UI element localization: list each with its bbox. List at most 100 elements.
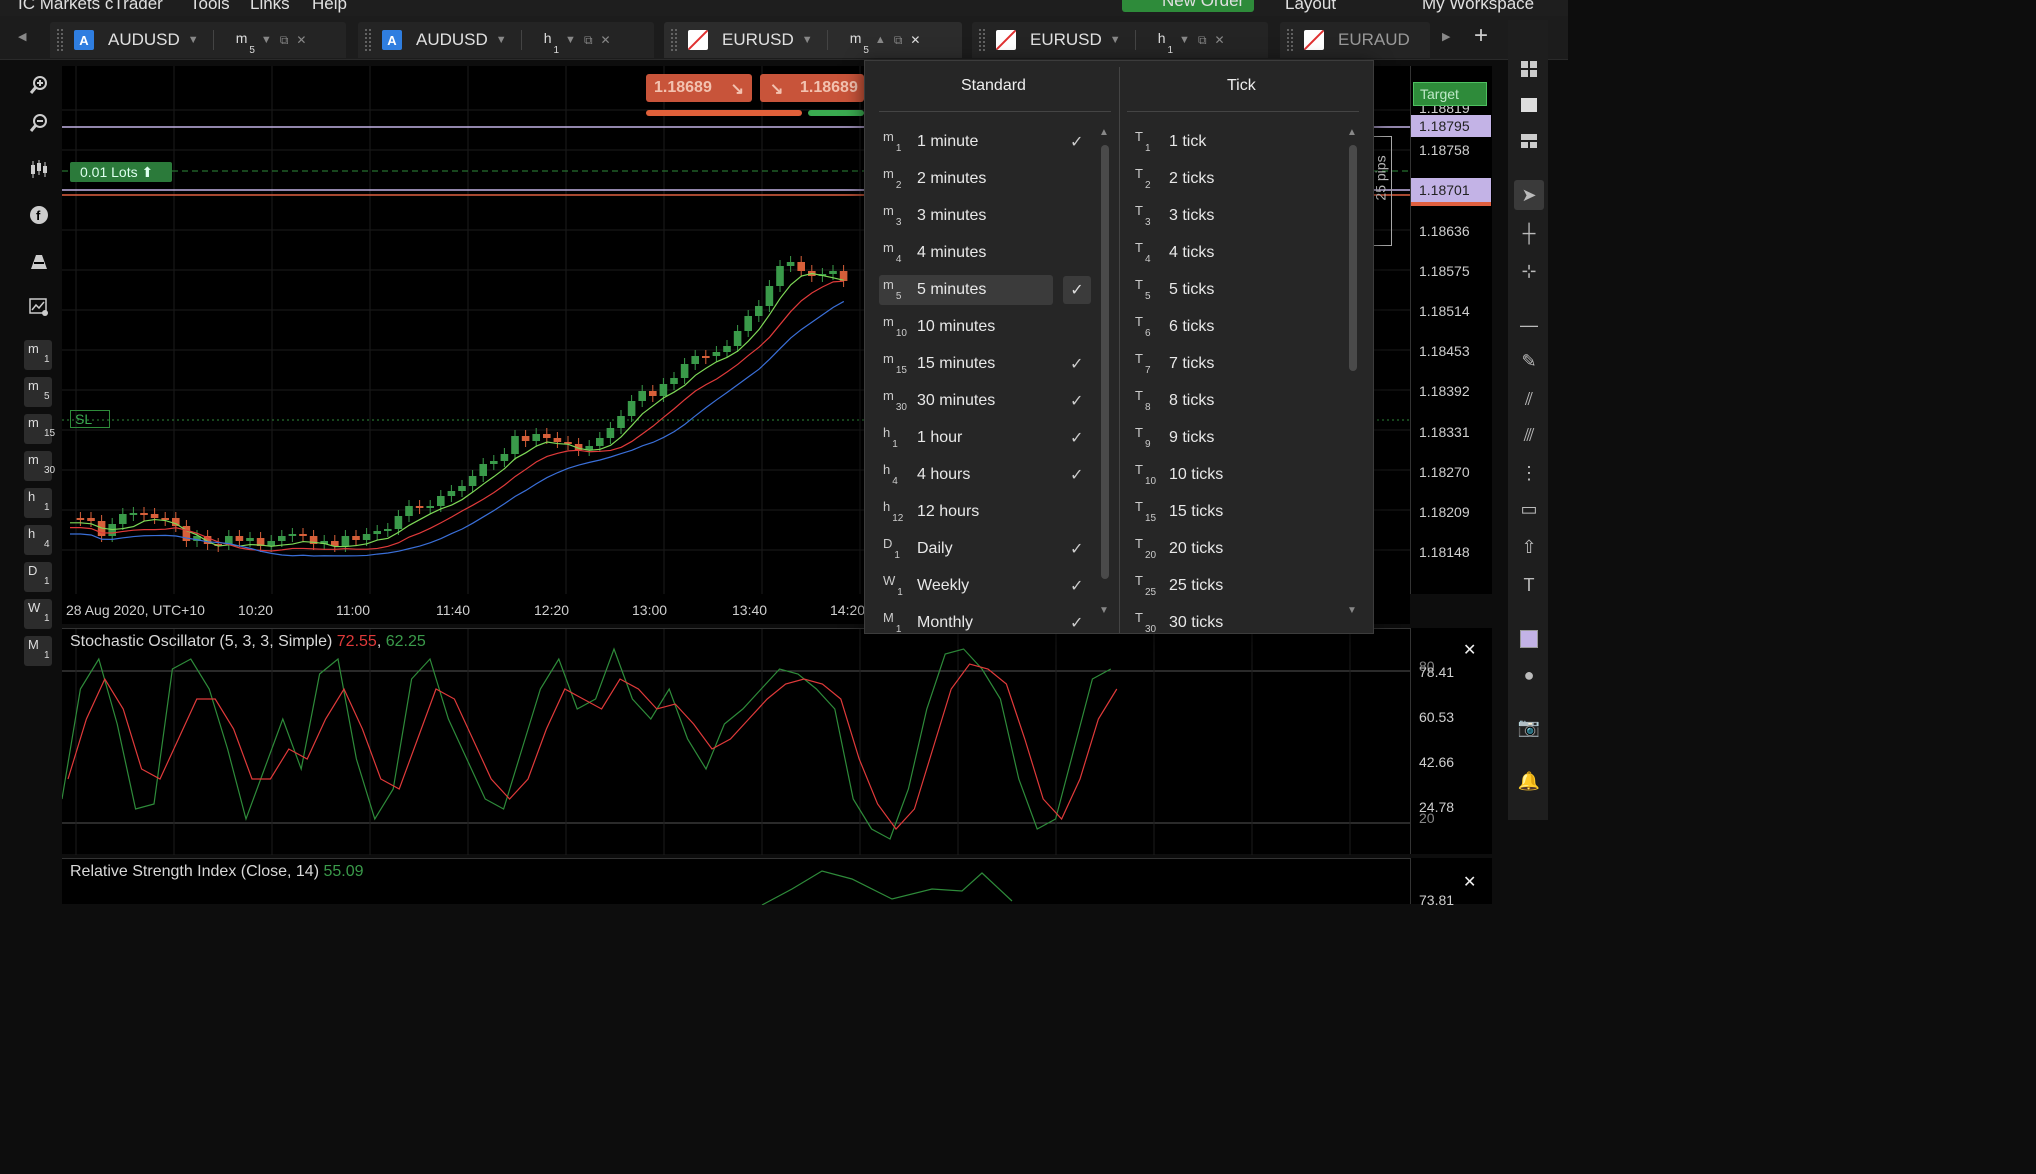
tick-option[interactable]: T10 10 ticks <box>1131 460 1341 490</box>
detach-icon[interactable]: ⧉ <box>1198 33 1207 48</box>
zoom-out-icon[interactable] <box>24 108 54 138</box>
timeframe-shortcut[interactable]: M1 <box>24 636 52 666</box>
menu-app-title[interactable]: IC Markets cTrader <box>18 0 163 14</box>
timeframe-shortcut[interactable]: m1 <box>24 340 52 370</box>
tab-symbol[interactable]: EURUSD <box>722 30 794 50</box>
tab-euraud[interactable]: EURAUD <box>1280 22 1430 58</box>
tick-option[interactable]: T8 8 ticks <box>1131 386 1341 416</box>
tick-option[interactable]: T25 25 ticks <box>1131 571 1341 601</box>
tick-option[interactable]: T5 5 ticks <box>1131 275 1341 305</box>
tick-option[interactable]: T9 9 ticks <box>1131 423 1341 453</box>
templates-icon[interactable] <box>24 246 54 276</box>
rectangle-icon[interactable]: ▭ <box>1514 494 1544 524</box>
favorite-check-icon[interactable]: ✓ <box>1070 132 1083 152</box>
tick-option[interactable]: T1 1 tick <box>1131 127 1341 157</box>
tab-symbol[interactable]: EURUSD <box>1030 30 1102 50</box>
zoom-in-icon[interactable] <box>24 70 54 100</box>
timeframe-option[interactable]: D1 Daily <box>879 534 1089 564</box>
tick-option[interactable]: T30 30 ticks <box>1131 608 1341 633</box>
tab-scroll-right-icon[interactable]: ▶ <box>1442 30 1450 43</box>
timeframe-option[interactable]: h1 1 hour <box>879 423 1089 453</box>
favorite-check-icon[interactable]: ✓ <box>1063 276 1091 304</box>
timeframe-option[interactable]: W1 Weekly <box>879 571 1089 601</box>
close-icon[interactable]: ✕ <box>1463 640 1476 660</box>
fibonacci-fan-icon[interactable]: ⫽ <box>1514 384 1544 414</box>
sell-price-button[interactable]: 1.18689 ↘ <box>646 74 752 102</box>
timeframe-option[interactable]: m2 2 minutes <box>879 164 1089 194</box>
scroll-down-icon[interactable]: ▼ <box>1347 605 1357 616</box>
grid-layout-icon[interactable] <box>1514 54 1544 84</box>
tab-symbol[interactable]: EURAUD <box>1338 30 1410 50</box>
tab-eurusd-m5[interactable]: EURUSD ▼ m5 ▲ ⧉ ✕ <box>664 22 962 58</box>
chevron-down-icon[interactable]: ▼ <box>802 34 813 46</box>
chevron-down-icon[interactable]: ▼ <box>496 34 507 46</box>
favorite-check-icon[interactable]: ✓ <box>1070 354 1083 374</box>
detach-icon[interactable]: ⧉ <box>584 33 593 48</box>
horizontal-line-icon[interactable]: — <box>1514 310 1544 340</box>
timeframe-shortcut[interactable]: m 15 <box>24 414 55 444</box>
timeframe-option[interactable]: h12 12 hours <box>879 497 1089 527</box>
rsi-panel[interactable]: Relative Strength Index (Close, 14) 55.0… <box>62 858 1410 906</box>
tab-drag-handle[interactable] <box>364 28 372 52</box>
bell-icon[interactable]: 🔔 <box>1514 766 1544 796</box>
tab-drag-handle[interactable] <box>978 28 986 52</box>
timeframe-option[interactable]: m5 5 minutes <box>879 275 1053 305</box>
dot-icon[interactable]: ● <box>1514 660 1544 690</box>
price-axis[interactable]: 1.18819 1.18758 1.18636 1.18575 1.18514 1.184… <box>1410 66 1492 594</box>
chevron-down-icon[interactable]: ▼ <box>188 34 199 46</box>
add-tab-icon[interactable]: + <box>1474 22 1488 50</box>
chevron-up-icon[interactable]: ▲ <box>875 34 886 46</box>
timeframe-option[interactable]: M1 Monthly <box>879 608 1089 633</box>
favorite-check-icon[interactable]: ✓ <box>1070 576 1083 596</box>
detach-icon[interactable]: ⧉ <box>894 33 903 48</box>
measure-icon[interactable]: ⊹ <box>1514 256 1544 286</box>
chevron-down-icon[interactable]: ▼ <box>1110 34 1121 46</box>
timeframe-option[interactable]: m4 4 minutes <box>879 238 1089 268</box>
chevron-down-icon[interactable]: ▼ <box>261 34 272 46</box>
menu-links[interactable]: Links <box>250 0 290 14</box>
timeframe-option[interactable]: h4 4 hours <box>879 460 1089 490</box>
channel-icon[interactable]: ⫻ <box>1514 420 1544 450</box>
close-icon[interactable]: ✕ <box>1463 872 1476 892</box>
scroll-up-icon[interactable]: ▲ <box>1347 127 1357 138</box>
tab-timeframe[interactable]: h1 <box>544 30 559 56</box>
tab-symbol[interactable]: AUDUSD <box>108 30 180 50</box>
tick-option[interactable]: T3 3 ticks <box>1131 201 1341 231</box>
timeframe-shortcut[interactable]: D1 <box>24 562 52 592</box>
timeframe-option[interactable]: m10 10 minutes <box>879 312 1089 342</box>
tab-drag-handle[interactable] <box>1286 28 1294 52</box>
close-icon[interactable]: ✕ <box>296 33 306 47</box>
menu-help[interactable]: Help <box>312 0 347 14</box>
detach-icon[interactable]: ⧉ <box>280 33 289 48</box>
color-swatch-icon[interactable] <box>1514 624 1544 654</box>
tab-timeframe[interactable]: m5 <box>850 30 869 56</box>
chart-settings-icon[interactable] <box>24 292 54 322</box>
chevron-down-icon[interactable]: ▼ <box>565 34 576 46</box>
fibonacci-retracement-icon[interactable]: ⋮ <box>1514 458 1544 488</box>
new-order-button[interactable]: New Order <box>1122 0 1254 12</box>
chart-type-icon[interactable] <box>24 154 54 184</box>
timeframe-option[interactable]: m15 15 minutes <box>879 349 1089 379</box>
favorite-check-icon[interactable]: ✓ <box>1070 391 1083 411</box>
timeframe-shortcut[interactable]: m 30 <box>24 451 55 481</box>
chevron-down-icon[interactable]: ▼ <box>1179 34 1190 46</box>
tick-option[interactable]: T15 15 ticks <box>1131 497 1341 527</box>
favorite-check-icon[interactable]: ✓ <box>1070 428 1083 448</box>
indicators-icon[interactable]: f <box>24 200 54 230</box>
scroll-up-icon[interactable]: ▲ <box>1099 127 1109 138</box>
timeframe-option[interactable]: m1 1 minute <box>879 127 1089 157</box>
tab-timeframe[interactable]: h1 <box>1158 30 1173 56</box>
timeframe-option[interactable]: m3 3 minutes <box>879 201 1089 231</box>
timeframe-shortcut[interactable]: W1 <box>24 599 52 629</box>
timeframe-dropdown[interactable]: Standard Tick m1 1 minute ✓ m2 2 minutes m3 3 … <box>864 60 1374 634</box>
favorite-check-icon[interactable]: ✓ <box>1070 539 1083 559</box>
close-icon[interactable]: ✕ <box>601 33 611 47</box>
workspace-menu[interactable]: My Workspace <box>1422 0 1534 14</box>
target-label[interactable]: Target <box>1413 82 1487 106</box>
arrow-up-icon[interactable]: ⇧ <box>1514 532 1544 562</box>
scrollbar-thumb[interactable] <box>1101 145 1109 579</box>
split-layout-icon[interactable] <box>1514 126 1544 156</box>
timeframe-option[interactable]: m30 30 minutes <box>879 386 1089 416</box>
favorite-check-icon[interactable]: ✓ <box>1070 465 1083 485</box>
menu-tools[interactable]: Tools <box>190 0 230 14</box>
